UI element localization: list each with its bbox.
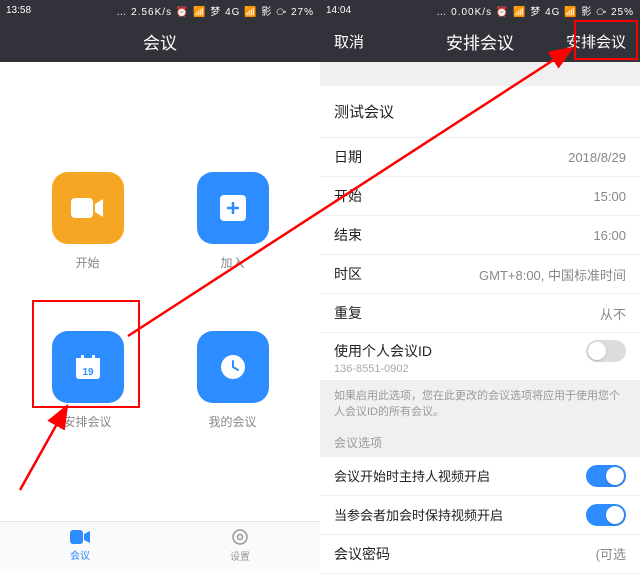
label: 使用个人会议ID: [334, 341, 432, 361]
tab-settings[interactable]: 设置: [160, 522, 320, 569]
phone-left: 13:58 … 2.56K/s ⏰ 📶 梦 4G 📶 影 ⧂ 27% 会议 开始…: [0, 0, 320, 569]
pmi-number: 136-8551-0902: [320, 363, 640, 381]
tab-label: 设置: [230, 548, 250, 563]
toggle-pmi[interactable]: [586, 340, 626, 362]
tile-label: 加入: [220, 254, 244, 271]
label: 日期: [334, 147, 362, 167]
header: 取消 安排会议 安排会议: [320, 20, 640, 62]
tile-mine[interactable]: 我的会议: [197, 331, 269, 430]
label: 重复: [334, 303, 362, 323]
status-time: 13:58: [6, 5, 42, 16]
pmi-note: 如果启用此选项，您在此更改的会议选项将应用于使用您个人会议ID的所有会议。: [320, 381, 640, 428]
tile-label: 安排会议: [63, 413, 111, 430]
calendar-icon: 19: [52, 331, 124, 403]
value: 15:00: [593, 189, 626, 204]
value: (可选: [596, 544, 626, 563]
row-end[interactable]: 结束 16:00: [320, 216, 640, 255]
value: 从不: [600, 304, 626, 323]
video-icon: [52, 172, 124, 244]
toggle-host-video[interactable]: [586, 465, 626, 487]
tab-meeting[interactable]: 会议: [0, 522, 160, 569]
confirm-button[interactable]: 安排会议: [556, 27, 636, 56]
row-start[interactable]: 开始 15:00: [320, 177, 640, 216]
label: 会议密码: [334, 544, 390, 564]
spacer: [320, 62, 640, 86]
label: 结束: [334, 225, 362, 245]
row-host-video[interactable]: 会议开始时主持人视频开启: [320, 457, 640, 496]
tile-grid: 开始 加入 19 安排会议 我的会议: [0, 62, 320, 430]
options-header: 会议选项: [320, 428, 640, 457]
clock-icon: [197, 331, 269, 403]
header-title: 会议: [143, 29, 177, 54]
label: 时区: [334, 264, 362, 284]
phone-right: 14:04 … 0.00K/s ⏰ 📶 梦 4G 📶 影 ⧂ 25% 取消 安排…: [320, 0, 640, 569]
label: 会议开始时主持人视频开启: [334, 466, 490, 485]
status-time: 14:04: [326, 5, 362, 16]
status-bar: 14:04 … 0.00K/s ⏰ 📶 梦 4G 📶 影 ⧂ 25%: [320, 0, 640, 20]
gear-icon: [231, 528, 249, 546]
header-title: 安排会议: [446, 29, 514, 54]
row-timezone[interactable]: 时区 GMT+8:00, 中国标准时间: [320, 255, 640, 294]
status-bar: 13:58 … 2.56K/s ⏰ 📶 梦 4G 📶 影 ⧂ 27%: [0, 0, 320, 20]
video-icon: [70, 529, 90, 545]
header: 会议: [0, 20, 320, 62]
row-pmi[interactable]: 使用个人会议ID: [320, 333, 640, 363]
row-attendee-video[interactable]: 当参会者加会时保持视频开启: [320, 496, 640, 535]
tile-label: 开始: [75, 254, 99, 271]
value: GMT+8:00, 中国标准时间: [479, 265, 626, 284]
status-icons: … 2.56K/s ⏰ 📶 梦 4G 📶 影 ⧂ 27%: [42, 3, 314, 18]
tile-start[interactable]: 开始: [52, 172, 124, 271]
value: 2018/8/29: [568, 150, 626, 165]
row-repeat[interactable]: 重复 从不: [320, 294, 640, 333]
options-list: 会议开始时主持人视频开启 当参会者加会时保持视频开启 会议密码 (可选: [320, 457, 640, 574]
tile-schedule[interactable]: 19 安排会议: [52, 331, 124, 430]
tab-label: 会议: [70, 547, 90, 562]
tile-label: 我的会议: [208, 413, 256, 430]
cancel-button[interactable]: 取消: [324, 27, 374, 56]
form-list: 测试会议 日期 2018/8/29 开始 15:00 结束 16:00 时区 G…: [320, 86, 640, 381]
row-date[interactable]: 日期 2018/8/29: [320, 138, 640, 177]
label: 开始: [334, 186, 362, 206]
plus-icon: [197, 172, 269, 244]
svg-text:19: 19: [82, 367, 94, 378]
value: 测试会议: [334, 101, 394, 122]
status-icons: … 0.00K/s ⏰ 📶 梦 4G 📶 影 ⧂ 25%: [362, 3, 634, 18]
tile-join[interactable]: 加入: [197, 172, 269, 271]
toggle-attendee-video[interactable]: [586, 504, 626, 526]
value: 16:00: [593, 228, 626, 243]
row-password[interactable]: 会议密码 (可选: [320, 535, 640, 574]
meeting-title-input[interactable]: 测试会议: [320, 86, 640, 138]
tabbar: 会议 设置: [0, 521, 320, 569]
label: 当参会者加会时保持视频开启: [334, 505, 503, 524]
